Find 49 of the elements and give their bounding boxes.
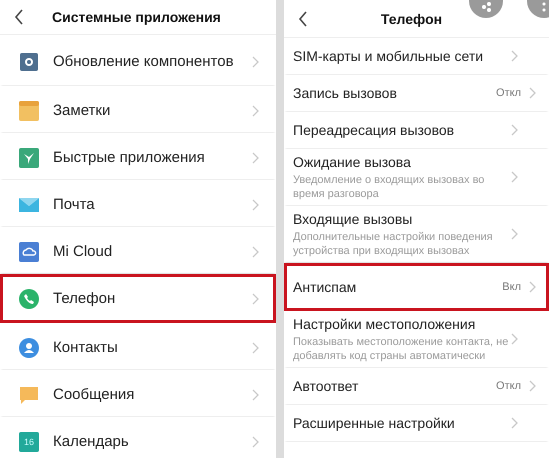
calendar-icon: 16: [19, 432, 39, 452]
item-label: Переадресация вызовов: [293, 120, 456, 140]
chevron-icon: [511, 50, 518, 62]
back-icon[interactable]: [14, 9, 24, 25]
item-label: Быстрые приложения: [53, 148, 206, 167]
item-value: Откл: [496, 87, 521, 99]
item-label: Антиспам: [293, 278, 358, 296]
chevron-icon: [252, 198, 259, 210]
list-item[interactable]: Антиспам Вкл: [284, 263, 549, 311]
item-description: Уведомление о входящих вызовах во время разговора: [293, 173, 486, 201]
chevron-icon: [252, 342, 259, 354]
chevron-icon: [252, 436, 259, 448]
chevron-icon: [511, 228, 518, 240]
item-label: Контакты: [53, 338, 119, 357]
item-label: Ожидание вызова: [293, 153, 412, 172]
chevron-icon: [529, 87, 536, 99]
back-icon[interactable]: [298, 10, 308, 26]
item-label: Расширенные настройки: [293, 414, 456, 432]
chevron-icon: [252, 152, 259, 164]
chevron-icon: [252, 388, 259, 400]
item-label: Автоответ: [293, 376, 360, 396]
item-description: Дополнительные настройки поведения устройства при входящих вызовах: [293, 230, 494, 258]
list-item[interactable]: Телефон: [0, 274, 276, 323]
chevron-icon: [511, 171, 518, 183]
item-label: Запись вызовов: [293, 84, 398, 102]
chevron-icon: [511, 417, 518, 429]
chevron-icon: [511, 333, 518, 345]
item-label: Обновление компонентов: [53, 52, 235, 71]
item-value: Вкл: [502, 281, 521, 293]
chevron-icon: [529, 380, 536, 392]
item-label: Почта: [53, 195, 96, 214]
item-label: Телефон: [53, 289, 116, 308]
screen-title: Системные приложения: [52, 9, 221, 25]
item-label: Заметки: [53, 101, 112, 120]
item-value: Откл: [496, 380, 521, 392]
item-description: Показывать местоположение контакта, не добавлять код страны автоматически: [293, 335, 510, 363]
chevron-icon: [252, 246, 259, 258]
chevron-icon: [529, 281, 536, 293]
item-label: Настройки местоположения: [293, 315, 476, 334]
screen-title: Телефон: [380, 10, 444, 26]
item-label: Календарь: [53, 432, 130, 451]
item-label: SIM-карты и мобильные сети: [293, 46, 484, 66]
item-label: Сообщения: [53, 385, 136, 404]
item-label: Входящие вызовы: [293, 210, 414, 229]
chevron-icon: [252, 56, 259, 68]
chevron-icon: [511, 124, 518, 136]
item-label: Mi Cloud: [53, 242, 114, 261]
chevron-icon: [252, 104, 259, 116]
chevron-icon: [252, 292, 259, 304]
